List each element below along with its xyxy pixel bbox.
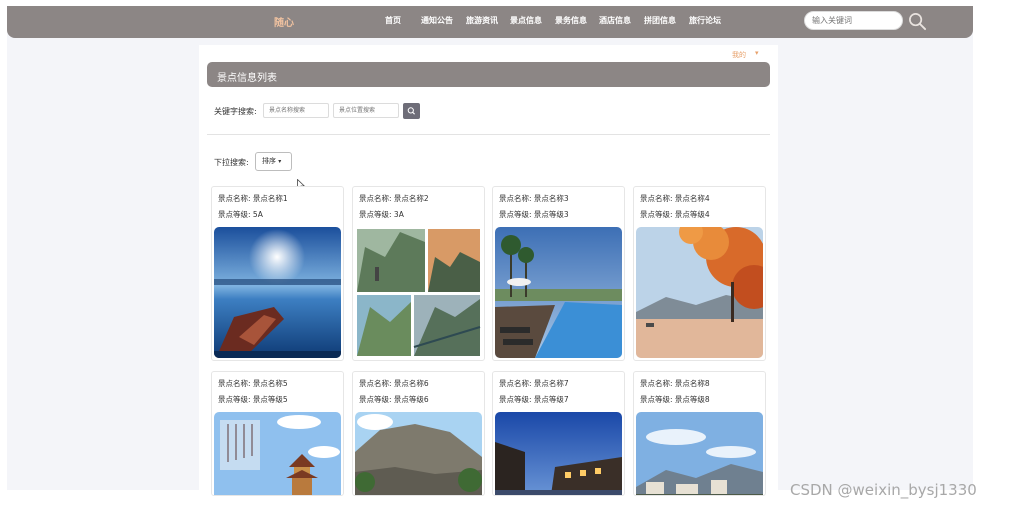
watermark-text: CSDN @weixin_bysj1330 (790, 481, 977, 499)
attraction-name: 景点名称3 (533, 194, 569, 203)
attraction-name: 景点名称6 (393, 379, 429, 388)
attraction-name: 景点名称8 (674, 379, 710, 388)
keyword-search-button[interactable] (403, 103, 420, 119)
attraction-card[interactable]: 景点名称: 景点名称2 景点等级: 3A (352, 186, 485, 361)
nav-hotels[interactable]: 酒店信息 (599, 15, 631, 26)
attraction-name-search-input[interactable] (263, 103, 329, 118)
attraction-photo[interactable] (495, 227, 622, 358)
attraction-name: 景点名称1 (252, 194, 288, 203)
attraction-name: 景点名称7 (533, 379, 569, 388)
site-logo[interactable]: 随心 (274, 14, 294, 29)
attraction-level: 景点等级5 (252, 395, 288, 404)
dropdown-search-label: 下拉搜索: (214, 158, 249, 167)
user-menu-link[interactable]: 我的 (732, 50, 746, 60)
attraction-name-row: 景点名称: 景点名称3 (499, 194, 569, 203)
nav-forum[interactable]: 旅行论坛 (689, 15, 721, 26)
attraction-level-row: 景点等级: 5A (218, 210, 263, 219)
attraction-name-row: 景点名称: 景点名称1 (218, 194, 288, 203)
attraction-level-row: 景点等级: 景点等级6 (359, 395, 429, 404)
attraction-card[interactable]: 景点名称: 景点名称7 景点等级: 景点等级7 (492, 371, 625, 496)
keyword-search-label: 关键字搜索: (214, 107, 257, 116)
attraction-location-search-input[interactable] (333, 103, 399, 118)
autumn-lake-image (636, 227, 763, 358)
user-menu-caret-icon[interactable]: ▾ (755, 49, 759, 57)
nav-attractions[interactable]: 景点信息 (510, 15, 542, 26)
attraction-photo[interactable] (636, 412, 763, 495)
attraction-name-row: 景点名称: 景点名称8 (640, 379, 710, 388)
attraction-name-row: 景点名称: 景点名称5 (218, 379, 288, 388)
attraction-card[interactable]: 景点名称: 景点名称6 景点等级: 景点等级6 (352, 371, 485, 496)
attraction-level-row: 景点等级: 景点等级5 (218, 395, 288, 404)
attraction-level-row: 景点等级: 景点等级4 (640, 210, 710, 219)
resort-pool-image (495, 227, 622, 358)
attraction-level: 景点等级6 (393, 395, 429, 404)
attraction-card[interactable]: 景点名称: 景点名称3 景点等级: 景点等级3 (492, 186, 625, 361)
attraction-photo[interactable] (214, 412, 341, 495)
nav-notices[interactable]: 通知公告 (421, 15, 453, 26)
nav-group-tours[interactable]: 拼团信息 (644, 15, 676, 26)
attraction-name-row: 景点名称: 景点名称2 (359, 194, 429, 203)
page-title: 景点信息列表 (217, 73, 277, 84)
attraction-name-row: 景点名称: 景点名称4 (640, 194, 710, 203)
attraction-level: 景点等级3 (533, 210, 569, 219)
attraction-photo[interactable] (355, 412, 482, 495)
header-search-input[interactable] (804, 11, 903, 30)
night-town-image (495, 412, 622, 495)
search-icon[interactable] (908, 12, 927, 31)
attraction-level: 景点等级7 (533, 395, 569, 404)
attraction-name-row: 景点名称: 景点名称7 (499, 379, 569, 388)
rock-mountain-image (355, 412, 482, 495)
attraction-name-row: 景点名称: 景点名称6 (359, 379, 429, 388)
attraction-card[interactable]: 景点名称: 景点名称1 景点等级: 5A (211, 186, 344, 361)
attraction-level: 景点等级8 (674, 395, 710, 404)
section-divider (207, 134, 770, 135)
attraction-level-row: 景点等级: 景点等级8 (640, 395, 710, 404)
nav-services[interactable]: 景务信息 (555, 15, 587, 26)
attraction-name: 景点名称4 (674, 194, 710, 203)
attraction-level: 景点等级4 (674, 210, 710, 219)
attraction-photo[interactable] (214, 227, 341, 358)
chevron-down-icon: ▾ (278, 158, 282, 165)
attraction-level-row: 景点等级: 3A (359, 210, 404, 219)
attraction-level: 3A (393, 210, 404, 219)
attraction-level-row: 景点等级: 景点等级7 (499, 395, 569, 404)
attraction-card[interactable]: 景点名称: 景点名称8 景点等级: 景点等级8 (633, 371, 766, 496)
attraction-level: 5A (252, 210, 263, 219)
attraction-name: 景点名称5 (252, 379, 288, 388)
attraction-card[interactable]: 景点名称: 景点名称4 景点等级: 景点等级4 (633, 186, 766, 361)
lake-sunset-image (214, 227, 341, 358)
mountain-collage-image (355, 227, 482, 358)
sort-dropdown-label: 排序 (262, 157, 276, 165)
pagoda-image (214, 412, 341, 495)
sort-dropdown[interactable]: 排序 ▾ (255, 152, 292, 171)
page-title-bar (207, 62, 770, 87)
attraction-card[interactable]: 景点名称: 景点名称5 景点等级: 景点等级5 (211, 371, 344, 496)
attraction-photo[interactable] (355, 227, 482, 358)
attraction-level-row: 景点等级: 景点等级3 (499, 210, 569, 219)
nav-travel-news[interactable]: 旅游资讯 (466, 15, 498, 26)
nav-home[interactable]: 首页 (385, 15, 401, 26)
attraction-photo[interactable] (495, 412, 622, 495)
blue-sky-town-image (636, 412, 763, 495)
search-icon (407, 107, 415, 115)
attraction-photo[interactable] (636, 227, 763, 358)
attraction-name: 景点名称2 (393, 194, 429, 203)
app-window: { "header": { "brand": "随心", "nav": ["首页… (0, 0, 1011, 508)
